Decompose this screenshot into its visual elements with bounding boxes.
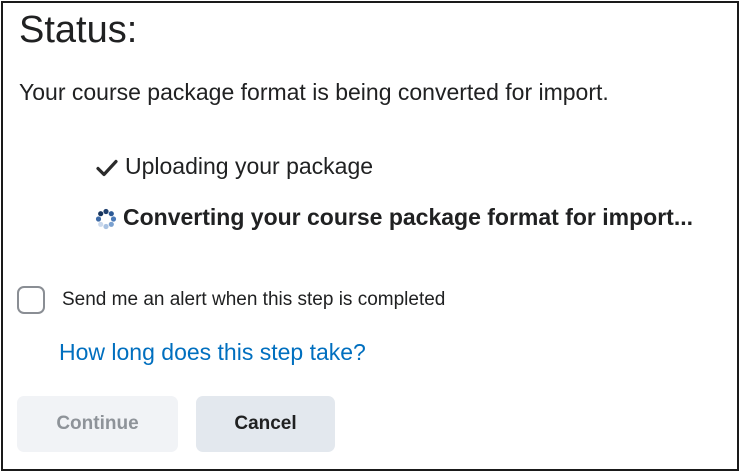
check-icon xyxy=(96,159,118,177)
cancel-button[interactable]: Cancel xyxy=(196,396,335,452)
step-duration-help-link[interactable]: How long does this step take? xyxy=(59,337,366,367)
import-status-panel: Status: Your course package format is be… xyxy=(1,1,739,471)
status-heading: Status: xyxy=(19,9,138,51)
alert-checkbox[interactable] xyxy=(17,286,45,314)
alert-checkbox-label[interactable]: Send me an alert when this step is compl… xyxy=(62,286,445,314)
step-label: Uploading your package xyxy=(125,153,374,179)
alert-option[interactable]: Send me an alert when this step is compl… xyxy=(17,286,445,314)
step-converting-package: Converting your course package format fo… xyxy=(95,202,693,232)
step-uploading-package: Uploading your package xyxy=(95,151,373,181)
step-label: Converting your course package format fo… xyxy=(123,204,693,230)
continue-button[interactable]: Continue xyxy=(17,396,178,452)
status-message: Your course package format is being conv… xyxy=(19,79,609,105)
spinner-icon xyxy=(95,208,117,230)
